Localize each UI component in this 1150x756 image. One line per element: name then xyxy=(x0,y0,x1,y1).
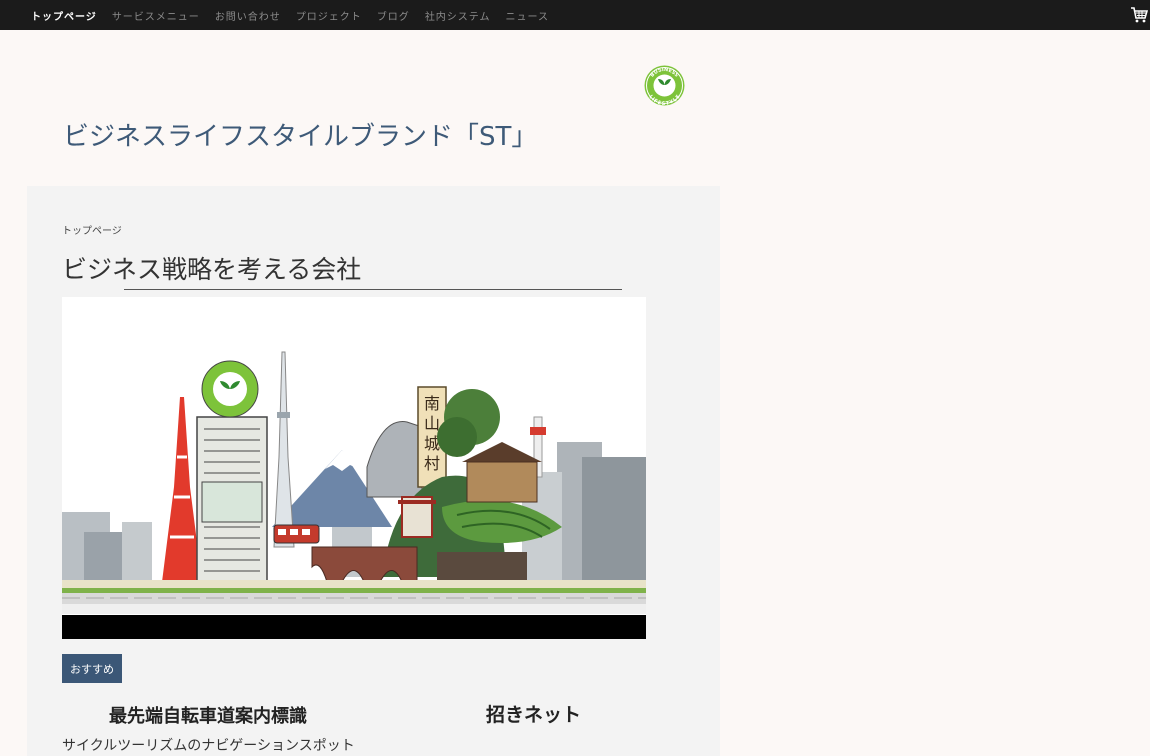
svg-text:村: 村 xyxy=(424,454,440,473)
title-underline xyxy=(124,289,622,290)
nav-item-internal-system[interactable]: 社内システム xyxy=(425,8,491,23)
main-nav: トップページ サービスメニュー お問い合わせ プロジェクト ブログ 社内システム… xyxy=(31,0,564,30)
cart-icon[interactable] xyxy=(1130,6,1148,24)
main-content-panel: トップページ ビジネス戦略を考える会社 南 山 城 村 おすすめ 最先端自転車道… xyxy=(27,186,720,756)
recommended-badge[interactable]: おすすめ xyxy=(62,654,122,683)
site-title[interactable]: ビジネスライフスタイルブランド「ST」 xyxy=(63,116,537,153)
nav-item-top[interactable]: トップページ xyxy=(31,8,97,23)
nav-item-projects[interactable]: プロジェクト xyxy=(296,8,362,23)
page-title: ビジネス戦略を考える会社 xyxy=(62,255,362,284)
card-title-bike-sign[interactable]: 最先端自転車道案内標識 xyxy=(109,702,307,728)
svg-text:山: 山 xyxy=(424,414,440,433)
hero-image: 南 山 城 村 xyxy=(62,297,646,639)
breadcrumb[interactable]: トップページ xyxy=(62,222,122,237)
nav-item-blog[interactable]: ブログ xyxy=(377,8,410,23)
svg-text:南: 南 xyxy=(424,394,440,413)
card-title-maneki-net[interactable]: 招きネット xyxy=(486,700,581,727)
nav-item-news[interactable]: ニュース xyxy=(506,8,550,23)
nav-item-services[interactable]: サービスメニュー xyxy=(112,8,200,23)
brand-logo[interactable]: BUSINESS LIFESTYLE xyxy=(644,65,685,106)
top-navigation-bar: トップページ サービスメニュー お問い合わせ プロジェクト ブログ 社内システム… xyxy=(0,0,1150,30)
card-description: サイクルツーリズムのナビゲーションスポット xyxy=(62,738,355,754)
nav-item-contact[interactable]: お問い合わせ xyxy=(215,8,281,23)
